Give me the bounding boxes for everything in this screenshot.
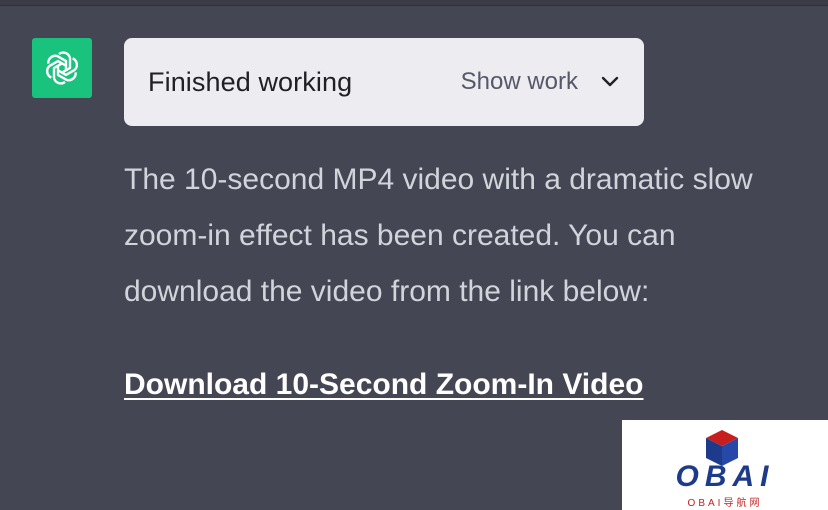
chevron-down-icon[interactable] (600, 72, 620, 92)
watermark-brand: OBAI (675, 460, 775, 493)
watermark: OBAI OBAI导航网 (622, 420, 828, 510)
show-work-toggle[interactable]: Show work (461, 68, 620, 96)
download-video-link[interactable]: Download 10-Second Zoom-In Video (124, 368, 643, 402)
assistant-avatar (32, 38, 92, 98)
openai-logo-icon (42, 48, 82, 88)
show-work-label: Show work (460, 68, 578, 95)
assistant-message: The 10-second MP4 video with a dramatic … (124, 163, 753, 308)
status-title: Finished working (148, 66, 353, 97)
watermark-subtitle: OBAI导航网 (687, 498, 763, 509)
top-divider (0, 0, 828, 6)
tool-status-card: Finished working Show work (124, 38, 644, 126)
